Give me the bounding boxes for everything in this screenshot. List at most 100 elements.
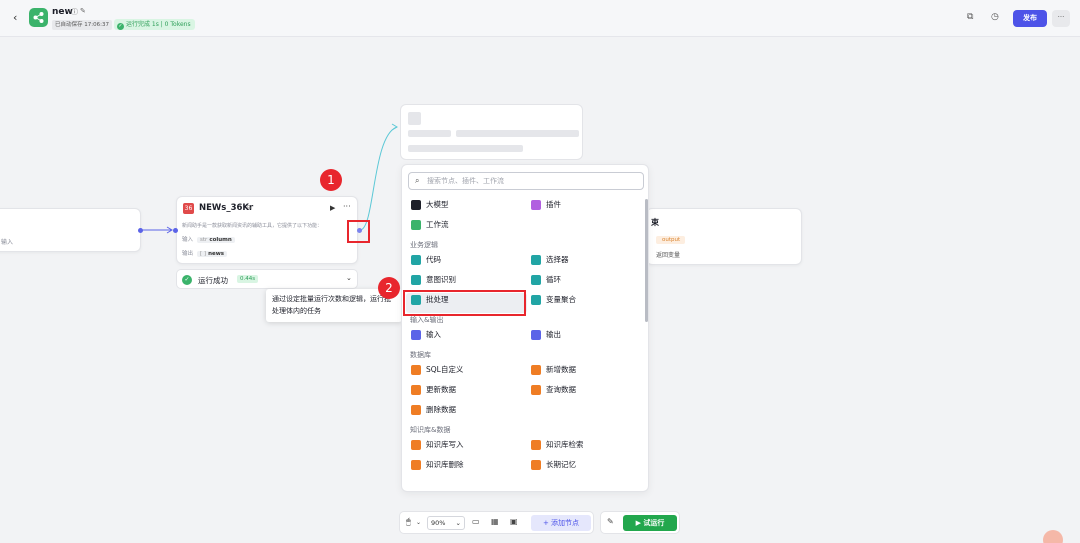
chevron-down-icon[interactable]: ⌄ [416,519,421,526]
section-title: 知识库&数据 [410,426,451,434]
section-title: 数据库 [410,351,431,359]
mouse-icon[interactable]: 🖱 [406,517,411,527]
node-item-intent[interactable]: 意图识别 [411,273,456,287]
input-value: column [209,237,232,243]
news-icon: 36 [183,203,194,214]
kb-delete-icon [411,460,421,470]
success-icon: ✓ [182,275,192,285]
zoom-select[interactable]: 90% ⌄ [427,516,465,530]
output-chip: [ ] news [197,251,228,257]
node-item-label: 新增数据 [546,365,576,374]
comment-icon[interactable]: ▭ [472,517,480,526]
node-item-label: 知识库删除 [426,460,464,469]
chevron-down-icon[interactable]: ⌄ [346,274,352,282]
node-item-label: 循环 [546,275,561,284]
section-title: 输入&输出 [410,316,444,324]
skeleton-block [408,112,421,125]
node-item-loop[interactable]: 循环 [531,273,561,287]
node-item-input[interactable]: 输入 [411,328,441,342]
more-icon[interactable]: ··· [343,202,351,211]
node-item-label: 知识库检索 [546,440,584,449]
input-type: str [200,237,208,243]
sql-icon [411,365,421,375]
workflow-icon [411,220,421,230]
node-item-kb-delete[interactable]: 知识库删除 [411,458,464,472]
skeleton-block [456,130,579,137]
node-item-memory[interactable]: 长期记忆 [531,458,576,472]
news-input-port[interactable] [173,228,178,233]
run-toolbar: ✎ ▶ 试运行 [600,511,680,534]
node-item-label: 大模型 [426,200,449,209]
start-output-port[interactable] [138,228,143,233]
kb-search-icon [531,440,541,450]
plugin-tag-icon: ⊞ [247,204,253,211]
node-item-variable-merge[interactable]: 变量聚合 [531,293,576,307]
canvas-toolbar: 🖱 ⌄ 90% ⌄ ▭ ▦ ▣ + 添加节点 [399,511,594,534]
end-node-title: 束 [651,218,659,227]
search-icon: ⌕ [415,176,420,185]
output-icon [531,330,541,340]
minimap-icon[interactable]: ▣ [510,517,518,526]
node-item-label: 删除数据 [426,405,456,414]
add-node-panel: ⌕ 大模型插件工作流业务逻辑代码选择器意图识别循环批处理变量聚合输入&输出输入输… [401,164,649,492]
marker-1: 1 [320,169,342,191]
debug-icon[interactable]: ✎ [607,517,614,526]
layout-icon[interactable]: ▦ [491,517,499,526]
node-item-workflow[interactable]: 工作流 [411,218,449,232]
node-item-label: 工作流 [426,220,449,229]
start-node[interactable]: 输入 [0,208,141,252]
test-run-button[interactable]: ▶ 试运行 [623,515,677,531]
highlight-box-output-port [347,220,370,243]
end-node[interactable]: 束 output 返回变量 [646,208,802,265]
node-item-query-data[interactable]: 查询数据 [531,383,576,397]
input-chip: str column [197,237,235,243]
node-item-plugin[interactable]: 插件 [531,198,561,212]
node-item-output[interactable]: 输出 [531,328,561,342]
run-result-text: 运行成功 [198,276,228,285]
start-node-label: 输入 [1,239,14,246]
output-tag: output [656,236,686,244]
variable-merge-icon [531,295,541,305]
intent-icon [411,275,421,285]
node-item-label: SQL自定义 [426,365,464,374]
zoom-value: 90% [431,519,446,527]
node-item-add-data[interactable]: 新增数据 [531,363,576,377]
play-icon[interactable]: ▶ [330,204,335,212]
kb-write-icon [411,440,421,450]
placeholder-node [400,104,583,160]
node-item-label: 选择器 [546,255,569,264]
output-type: [ ] [200,251,207,257]
plugin-icon [531,200,541,210]
update-data-icon [411,385,421,395]
node-item-label: 变量聚合 [546,295,576,304]
node-item-label: 知识库写入 [426,440,464,449]
input-row: 输入 str column [182,235,235,243]
highlight-box-batch [403,290,526,316]
assistant-avatar[interactable] [1043,530,1063,543]
run-time-badge: 0.44s [237,275,259,283]
news-plugin-node[interactable]: 36 NEWs_36Kr ⊞ ▶ ··· 新闻助手是一款获取新闻资讯的辅助工具，… [176,196,358,264]
input-label: 输入 [182,237,194,243]
node-item-sql[interactable]: SQL自定义 [411,363,463,377]
news-node-title: NEWs_36Kr [199,203,254,213]
if-icon [531,255,541,265]
node-search-box[interactable]: ⌕ [408,172,644,190]
scrollbar[interactable] [645,199,648,322]
node-item-delete-data[interactable]: 删除数据 [411,403,456,417]
node-item-kb-search[interactable]: 知识库检索 [531,438,584,452]
node-item-kb-write[interactable]: 知识库写入 [411,438,464,452]
chevron-down-icon: ⌄ [455,519,461,527]
add-data-icon [531,365,541,375]
query-data-icon [531,385,541,395]
node-item-update-data[interactable]: 更新数据 [411,383,456,397]
node-item-llm[interactable]: 大模型 [411,198,449,212]
loop-icon [531,275,541,285]
node-search-input[interactable] [427,175,637,187]
node-item-if[interactable]: 选择器 [531,253,569,267]
node-item-label: 插件 [546,200,561,209]
node-item-label: 输出 [546,330,561,339]
code-icon [411,255,421,265]
add-node-button[interactable]: + 添加节点 [531,515,591,531]
run-result-bar[interactable]: ✓ 运行成功 0.44s ⌄ [176,269,358,289]
node-item-code[interactable]: 代码 [411,253,441,267]
